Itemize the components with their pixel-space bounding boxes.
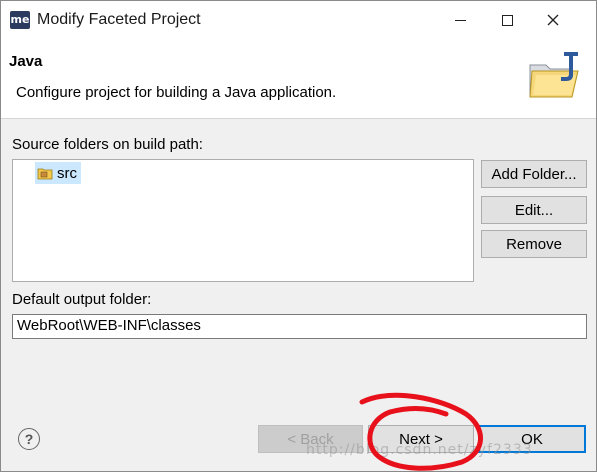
close-icon: [547, 14, 559, 26]
source-folder-item[interactable]: src: [35, 162, 81, 184]
title-bar: me Modify Faceted Project: [1, 1, 596, 39]
help-button[interactable]: ?: [18, 428, 40, 450]
default-output-folder-label: Default output folder:: [12, 291, 152, 308]
minimize-icon: [454, 19, 466, 21]
source-folder-label: src: [57, 164, 77, 182]
add-folder-button[interactable]: Add Folder...: [481, 160, 587, 188]
package-folder-icon: [37, 168, 53, 180]
page-description: Configure project for building a Java ap…: [16, 84, 337, 101]
maximize-icon: [501, 14, 513, 26]
minimize-button[interactable]: [437, 1, 483, 39]
maximize-button[interactable]: [484, 1, 530, 39]
app-logo-icon: me: [10, 11, 30, 29]
remove-button[interactable]: Remove: [481, 230, 587, 258]
modify-faceted-project-dialog: me Modify Faceted Project Java Configure…: [0, 0, 597, 472]
source-folders-list[interactable]: src: [12, 159, 474, 282]
wizard-header: Java Configure project for building a Ja…: [1, 39, 596, 119]
page-title: Java: [9, 53, 43, 70]
window-title: Modify Faceted Project: [37, 11, 201, 28]
help-icon: ?: [24, 431, 34, 447]
watermark-text: http://blog.csdn.net/zyf2333: [306, 442, 533, 458]
edit-button[interactable]: Edit...: [481, 196, 587, 224]
close-button[interactable]: [530, 1, 576, 39]
source-folders-label: Source folders on build path:: [12, 136, 203, 153]
default-output-folder-field[interactable]: WebRoot\WEB-INF\classes: [12, 314, 587, 339]
java-folder-icon: [529, 52, 579, 98]
